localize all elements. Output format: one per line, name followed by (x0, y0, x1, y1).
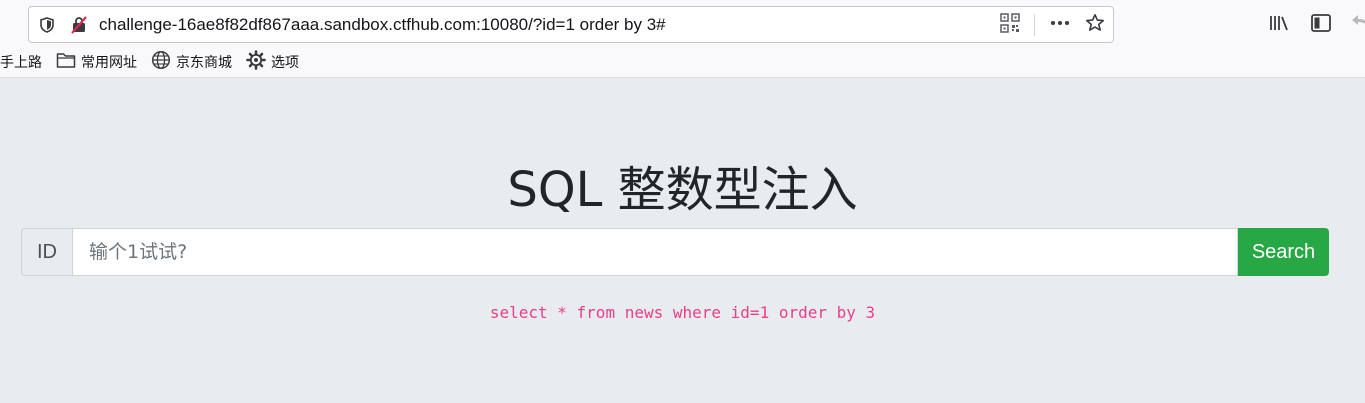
bookmark-label: 选项 (271, 55, 299, 71)
folder-icon (56, 51, 76, 73)
bookmarks-bar: 手上路 常用网址 京东商城 选项 (0, 50, 313, 74)
bookmark-label: 手上路 (0, 55, 42, 71)
bookmark-folder[interactable]: 常用网址 (56, 51, 137, 73)
more-icon[interactable] (1049, 13, 1071, 37)
gear-icon (246, 50, 266, 74)
url-text[interactable]: challenge-16ae8f82df867aaa.sandbox.ctfhu… (99, 15, 1000, 35)
star-icon[interactable] (1085, 13, 1105, 37)
globe-icon (151, 50, 171, 74)
id-input[interactable] (72, 228, 1238, 276)
toolbar-right (1268, 12, 1365, 38)
sidebar-icon[interactable] (1310, 12, 1332, 38)
address-bar[interactable]: challenge-16ae8f82df867aaa.sandbox.ctfhu… (28, 6, 1114, 43)
library-icon[interactable] (1268, 12, 1290, 38)
bookmark-item[interactable]: 选项 (246, 50, 299, 74)
url-separator (1034, 13, 1035, 36)
shield-icon[interactable] (35, 13, 59, 37)
bookmark-item[interactable]: 手上路 (0, 52, 42, 72)
bookmark-item[interactable]: 京东商城 (151, 50, 232, 74)
insecure-connection-icon[interactable] (67, 13, 91, 37)
browser-chrome: challenge-16ae8f82df867aaa.sandbox.ctfhu… (0, 0, 1365, 78)
id-prefix-label: ID (21, 228, 72, 276)
qr-code-icon[interactable] (1000, 12, 1020, 37)
search-button[interactable]: Search (1238, 228, 1329, 276)
back-icon[interactable] (1352, 12, 1365, 38)
sql-query-text: select * from news where id=1 order by 3 (489, 303, 876, 322)
search-form: ID Search (21, 228, 1329, 276)
page-title: SQL 整数型注入 (507, 162, 858, 218)
bookmark-label: 京东商城 (176, 55, 232, 71)
bookmark-label: 常用网址 (81, 55, 137, 71)
